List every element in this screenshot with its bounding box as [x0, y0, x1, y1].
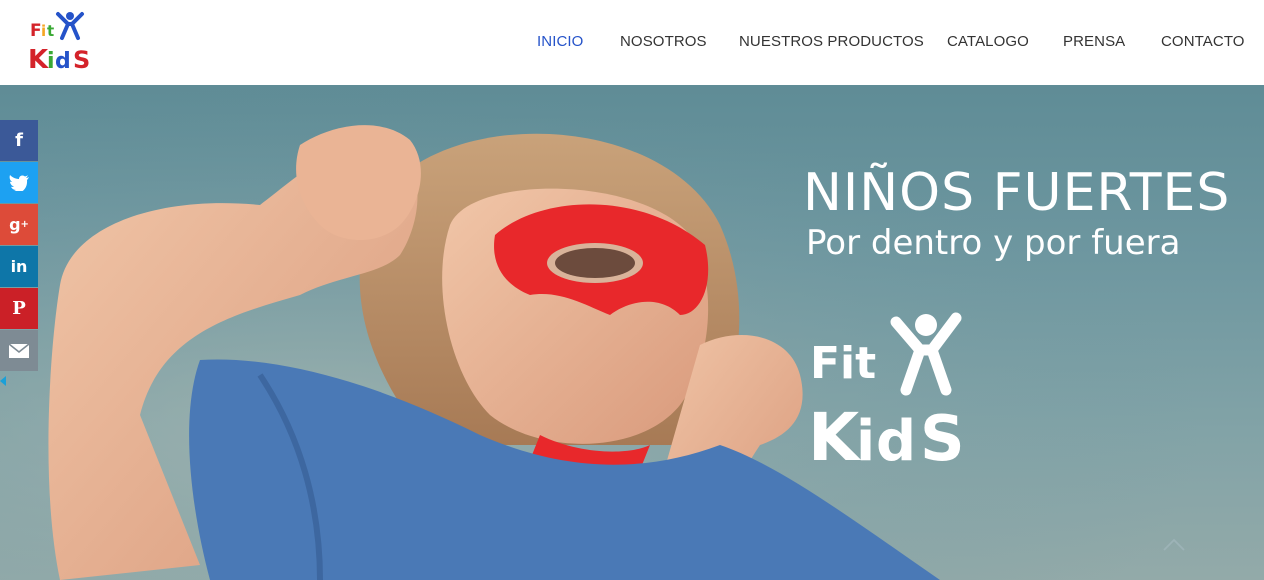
svg-text:K: K [808, 399, 862, 465]
hero-subline: Por dentro y por fuera [806, 223, 1181, 263]
hero-banner: NIÑOS FUERTES Por dentro y por fuera Fit… [0, 85, 1264, 580]
nav-contacto[interactable]: CONTACTO [1161, 33, 1245, 50]
nav-inicio[interactable]: INICIO [537, 33, 583, 50]
email-icon[interactable] [0, 330, 38, 371]
facebook-icon[interactable]: f [0, 120, 38, 161]
nav-nosotros[interactable]: NOSOTROS [620, 33, 707, 50]
hero-photo [0, 85, 1264, 580]
twitter-bird-icon [9, 174, 29, 191]
hero-fit-kids-logo-icon: Fit K i d S [808, 312, 965, 465]
svg-text:S: S [920, 402, 965, 465]
svg-text:Fit: Fit [810, 338, 876, 389]
main-nav: INICIO NOSOTROS NUESTROS PRODUCTOS CATAL… [0, 33, 1264, 53]
nav-prensa[interactable]: PRENSA [1063, 33, 1125, 50]
site-header: F i t K i d S INICIO NOSOTROS NUESTROS P… [0, 0, 1264, 85]
social-bar-toggle[interactable] [0, 376, 6, 386]
social-share-bar: f g + in P [0, 120, 38, 372]
twitter-icon[interactable] [0, 162, 38, 203]
svg-text:i: i [856, 409, 875, 465]
svg-text:d: d [876, 409, 916, 465]
envelope-icon [8, 342, 30, 358]
google-plus-icon[interactable]: g + [0, 204, 38, 245]
pinterest-icon[interactable]: P [0, 288, 38, 329]
scroll-up-chevron-icon[interactable] [1163, 538, 1185, 552]
nav-catalogo[interactable]: CATALOGO [947, 33, 1029, 50]
linkedin-icon[interactable]: in [0, 246, 38, 287]
hero-headline: NIÑOS FUERTES [803, 163, 1231, 223]
nav-nuestros-productos[interactable]: NUESTROS PRODUCTOS [739, 33, 924, 50]
